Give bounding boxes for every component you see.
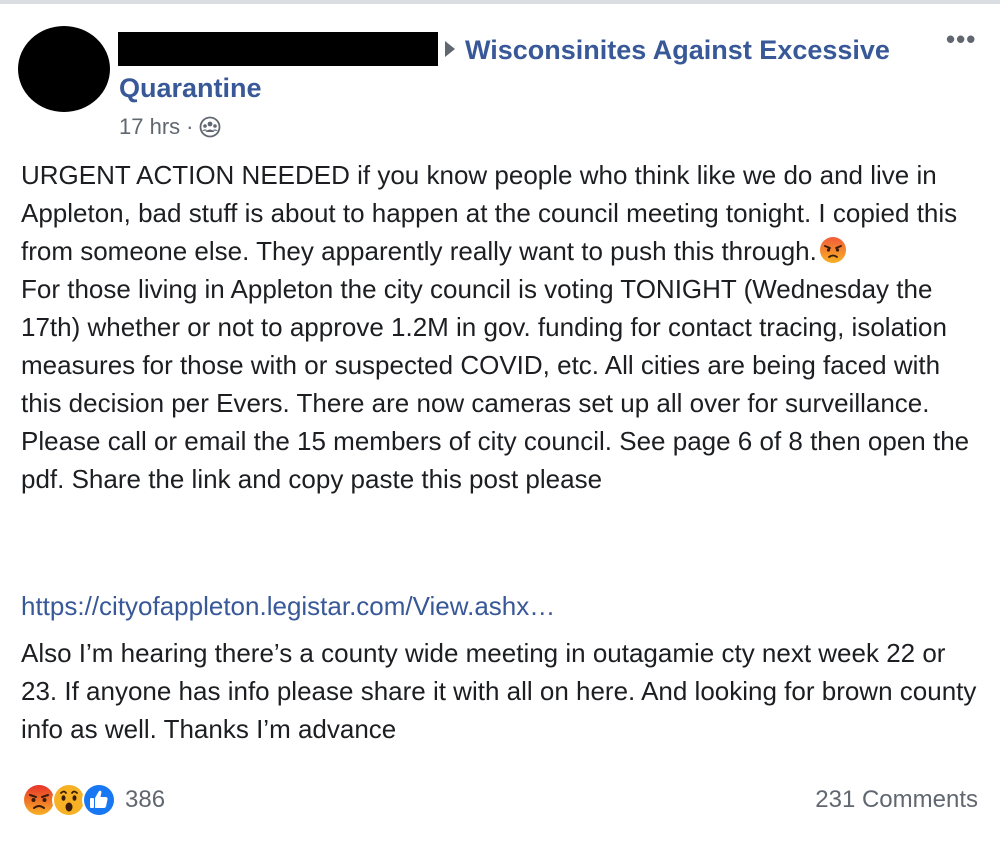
redacted-author-name <box>118 32 438 66</box>
group-icon <box>200 116 221 138</box>
group-name-link-continued[interactable]: Quarantine <box>119 70 262 106</box>
meta-separator: · <box>186 114 194 139</box>
post-text: URGENT ACTION NEEDED if you know people … <box>21 160 958 266</box>
post-timestamp[interactable]: 17 hrs <box>119 114 180 140</box>
avatar[interactable] <box>18 26 110 112</box>
group-name-link[interactable]: Wisconsinites Against Excessive <box>465 32 890 68</box>
like-reaction-icon <box>82 783 116 817</box>
post-body: URGENT ACTION NEEDED if you know people … <box>21 156 981 498</box>
top-divider <box>0 0 1000 4</box>
post-paragraph: For those living in Appleton the city co… <box>21 274 970 494</box>
caret-right-icon <box>445 41 455 57</box>
more-options-button[interactable]: ••• <box>946 24 976 55</box>
angry-emoji-icon <box>819 237 846 263</box>
reactions-summary[interactable]: 386 <box>21 782 165 818</box>
legistar-link[interactable]: https://cityofappleton.legistar.com/View… <box>21 587 555 625</box>
comments-count-link[interactable]: 231 Comments <box>815 786 978 814</box>
post-paragraph: Also I’m hearing there’s a county wide m… <box>21 638 977 744</box>
reaction-count: 386 <box>125 786 166 813</box>
post-paragraph: URGENT ACTION NEEDED if you know people … <box>21 156 981 270</box>
post-body-continued: Also I’m hearing there’s a county wide m… <box>21 634 981 748</box>
post-meta: 17 hrs · <box>119 114 221 140</box>
